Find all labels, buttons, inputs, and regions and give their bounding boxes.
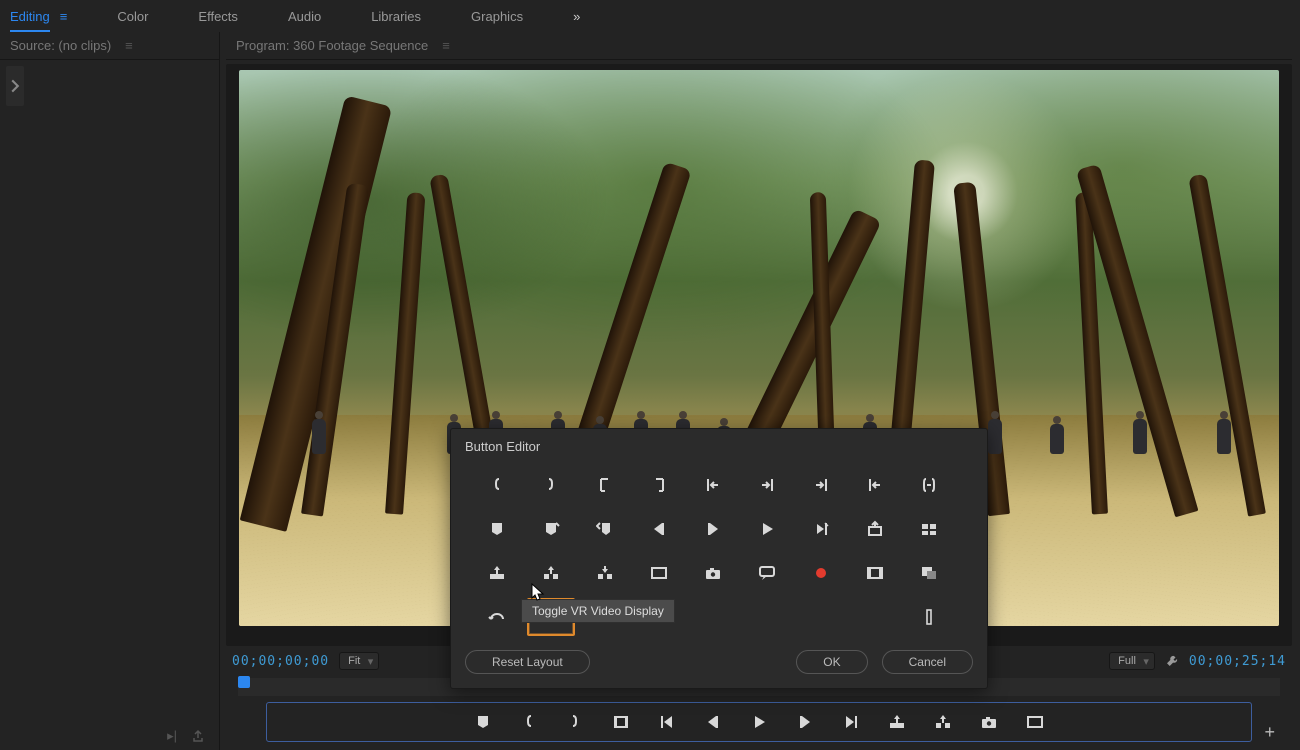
resolution-select[interactable]: Full [1109, 652, 1155, 670]
empty-cell [797, 598, 845, 636]
out-prev-icon[interactable] [851, 466, 899, 504]
loop-icon[interactable] [473, 598, 521, 636]
playhead-icon[interactable] [238, 676, 250, 688]
empty-cell [743, 598, 791, 636]
program-panel-tab[interactable]: Program: 360 Footage Sequence [236, 38, 428, 53]
vbar-spacer-icon[interactable] [905, 598, 953, 636]
in-prev-icon[interactable] [689, 466, 737, 504]
cancel-button[interactable]: Cancel [882, 650, 973, 674]
proxy-icon[interactable] [851, 554, 899, 592]
in-out-icon[interactable] [905, 466, 953, 504]
transport-bar: + [266, 702, 1252, 742]
source-panel: Source: (no clips) ≡ ▸| [0, 32, 220, 750]
source-panel-tabs: Source: (no clips) ≡ [0, 32, 219, 60]
workspace-tab-color[interactable]: Color [117, 9, 148, 24]
in-out-icon[interactable] [612, 713, 630, 731]
lift-icon[interactable] [473, 554, 521, 592]
marker-add-icon[interactable] [527, 510, 575, 548]
export-frame-icon[interactable] [851, 510, 899, 548]
lift-icon[interactable] [888, 713, 906, 731]
extract-icon[interactable] [934, 713, 952, 731]
camera-icon[interactable] [689, 554, 737, 592]
record-icon[interactable] [797, 554, 845, 592]
insert-icon[interactable] [581, 554, 629, 592]
go-prev-icon[interactable] [658, 713, 676, 731]
multicam-icon[interactable] [905, 510, 953, 548]
workspace-tab-libraries[interactable]: Libraries [371, 9, 421, 24]
step-back-icon[interactable] [704, 713, 722, 731]
button-editor-dialog: Button Editor fx [450, 428, 988, 689]
in-goto-icon[interactable] [581, 466, 629, 504]
zoom-select[interactable]: Fit [339, 652, 379, 670]
panel-menu-icon[interactable]: ≡ [442, 38, 450, 53]
play-in-out-icon[interactable] [797, 510, 845, 548]
in-brace-icon[interactable] [473, 466, 521, 504]
reset-layout-button[interactable]: Reset Layout [465, 650, 590, 674]
workspace-tab-editing[interactable]: Editing [10, 9, 50, 24]
frame-back-icon[interactable] [635, 510, 683, 548]
comment-icon[interactable] [743, 554, 791, 592]
button-editor-footer: Reset Layout OK Cancel [451, 642, 987, 688]
source-panel-tab[interactable]: Source: (no clips) [10, 38, 111, 53]
in-next-icon[interactable] [743, 466, 791, 504]
workspace-tab-audio[interactable]: Audio [288, 9, 321, 24]
play-icon[interactable] [750, 713, 768, 731]
workspace-menu-icon[interactable]: ≡ [60, 9, 68, 24]
source-panel-footer: ▸| [0, 722, 219, 750]
out-goto-icon[interactable] [635, 466, 683, 504]
safe-margins-icon[interactable] [635, 554, 683, 592]
ok-button[interactable]: OK [796, 650, 867, 674]
safe-margins-icon[interactable] [1026, 713, 1044, 731]
source-panel-body [0, 60, 219, 722]
workspace-tab-effects[interactable]: Effects [198, 9, 238, 24]
empty-cell [689, 598, 737, 636]
empty-cell [851, 598, 899, 636]
disclosure-toggle[interactable] [6, 66, 24, 106]
tooltip: Toggle VR Video Display [521, 599, 675, 623]
chevron-right-icon [8, 79, 22, 93]
camera-icon[interactable] [980, 713, 998, 731]
in-brace-icon[interactable] [520, 713, 538, 731]
marker-icon[interactable] [473, 510, 521, 548]
export-icon[interactable] [191, 729, 205, 743]
out-brace-icon[interactable] [527, 466, 575, 504]
go-next-icon[interactable] [842, 713, 860, 731]
overlay-icon[interactable] [905, 554, 953, 592]
marker-prev-icon[interactable] [581, 510, 629, 548]
panel-menu-icon[interactable]: ≡ [125, 38, 133, 53]
timecode-right[interactable]: 00;00;25;14 [1189, 654, 1286, 669]
timecode-left[interactable]: 00;00;00;00 [232, 654, 329, 669]
button-editor-title: Button Editor [451, 429, 987, 462]
play-icon[interactable] [743, 510, 791, 548]
marker-icon[interactable] [474, 713, 492, 731]
add-button-icon[interactable]: + [1264, 722, 1275, 743]
workspace-overflow-icon[interactable]: » [573, 9, 580, 24]
frame-fwd-icon[interactable] [689, 510, 737, 548]
extract-icon[interactable] [527, 554, 575, 592]
out-next-icon[interactable] [797, 466, 845, 504]
step-fwd-icon[interactable] [796, 713, 814, 731]
settings-wrench-icon[interactable] [1165, 654, 1179, 668]
step-icon[interactable]: ▸| [167, 728, 177, 744]
out-brace-icon[interactable] [566, 713, 584, 731]
workspace-tab-graphics[interactable]: Graphics [471, 9, 523, 24]
program-panel-tabs: Program: 360 Footage Sequence ≡ [226, 32, 1292, 60]
workspace-tab-bar: Editing ≡ Color Effects Audio Libraries … [0, 0, 1300, 32]
